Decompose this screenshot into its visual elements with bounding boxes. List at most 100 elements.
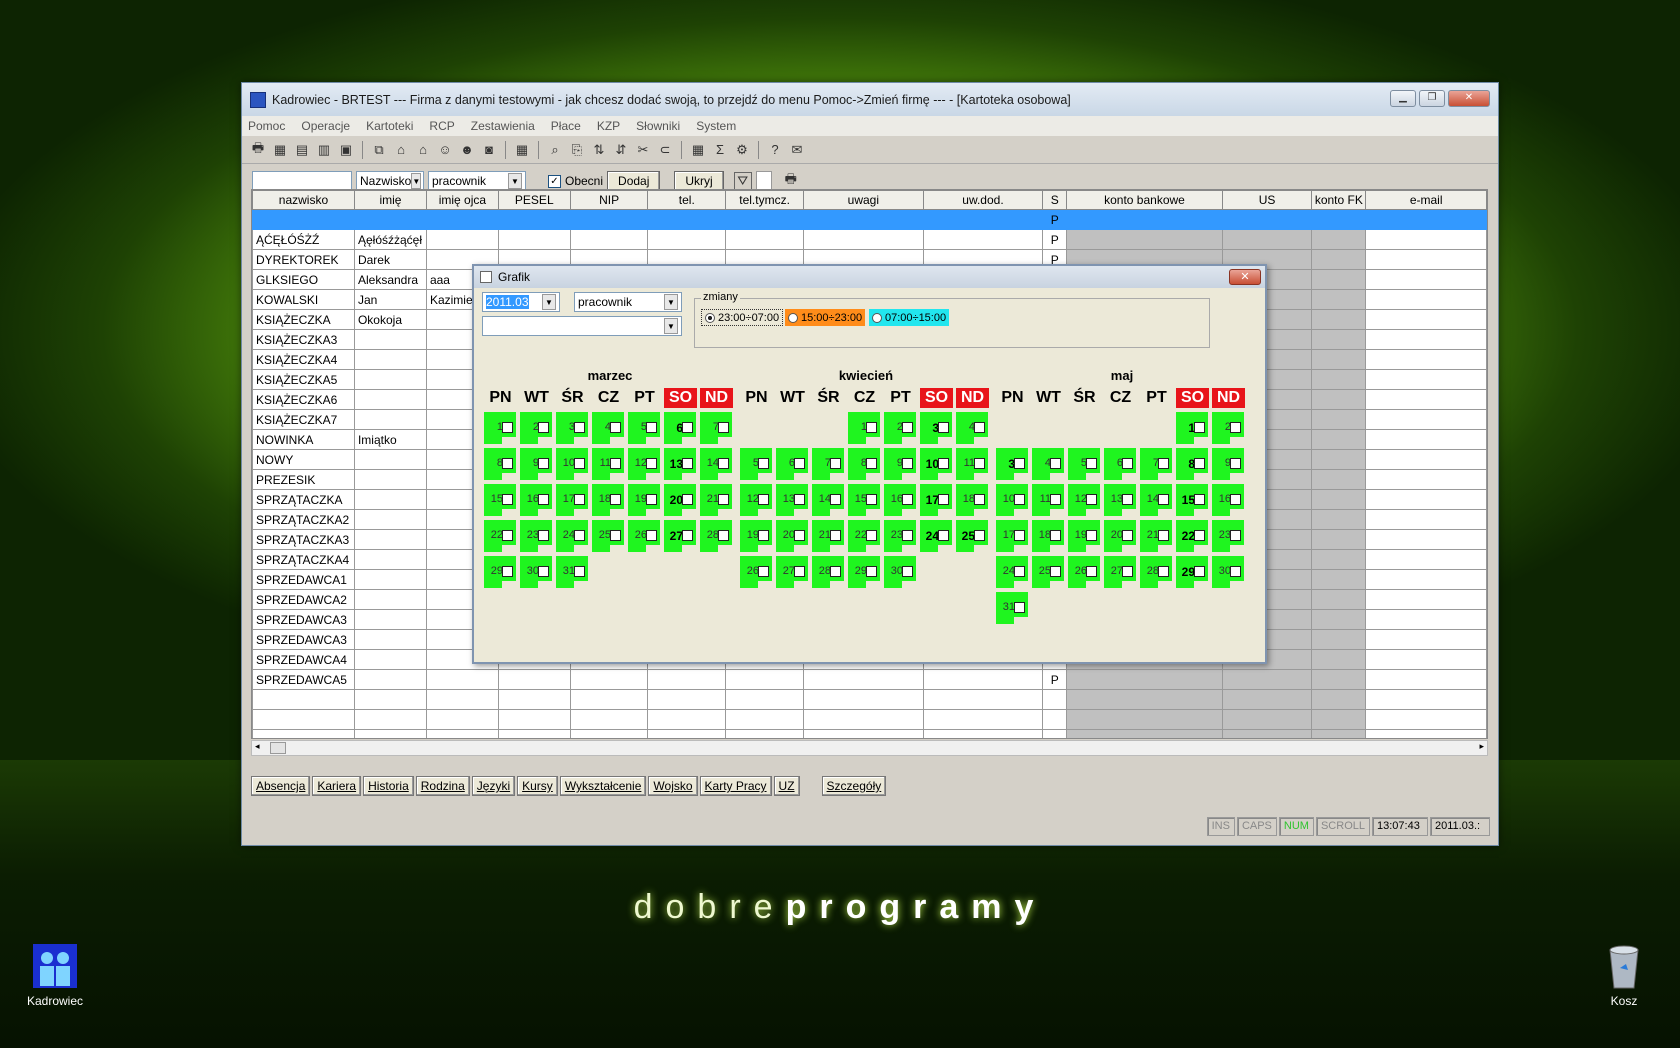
day-checkbox[interactable]: [902, 566, 913, 577]
calendar-day[interactable]: 1: [1176, 412, 1208, 444]
calendar-day[interactable]: 21: [1140, 520, 1172, 552]
day-checkbox[interactable]: [866, 494, 877, 505]
calendar-day[interactable]: 10: [920, 448, 952, 480]
day-checkbox[interactable]: [1230, 422, 1241, 433]
tab-wyksztalcenie[interactable]: Wykształcenie: [559, 776, 647, 796]
table-cell[interactable]: SPRZĄTACZKA3: [252, 529, 355, 550]
table-cell[interactable]: [1365, 229, 1487, 250]
table-cell[interactable]: [1311, 369, 1367, 390]
sort-desc-icon[interactable]: ⇵: [612, 141, 630, 159]
calendar-day[interactable]: 19: [1068, 520, 1100, 552]
table-cell[interactable]: [425, 689, 499, 710]
calendar-day[interactable]: 21: [812, 520, 844, 552]
scroll-thumb[interactable]: [270, 742, 286, 754]
calendar-day[interactable]: 31: [556, 556, 588, 588]
table-cell[interactable]: [1311, 269, 1367, 290]
table-cell[interactable]: Aleksandra: [353, 269, 427, 290]
day-checkbox[interactable]: [1194, 494, 1205, 505]
calendar-day[interactable]: 27: [664, 520, 696, 552]
table-cell[interactable]: [569, 689, 649, 710]
folder-icon[interactable]: ⌂: [414, 141, 432, 159]
month-select[interactable]: 2011.03 ▼: [482, 292, 560, 312]
settings-icon[interactable]: ⚙: [733, 141, 751, 159]
day-checkbox[interactable]: [718, 530, 729, 541]
table-cell[interactable]: [1365, 549, 1487, 570]
table-cell[interactable]: ĄĆĘŁÓŚŻŹ: [252, 229, 355, 250]
table-cell[interactable]: [1311, 709, 1367, 730]
table-cell[interactable]: [1365, 349, 1487, 370]
table-cell[interactable]: [353, 349, 427, 370]
table-cell[interactable]: [1221, 209, 1313, 230]
table-cell[interactable]: [1066, 729, 1223, 738]
table-cell[interactable]: [1365, 309, 1487, 330]
day-checkbox[interactable]: [938, 494, 949, 505]
calendar-day[interactable]: 29: [848, 556, 880, 588]
calendar-day[interactable]: 3: [920, 412, 952, 444]
table-cell[interactable]: SPRZEDAWCA2: [252, 589, 355, 610]
menu-item-slowniki[interactable]: Słowniki: [636, 119, 680, 133]
scroll-left-icon[interactable]: ◂: [255, 741, 260, 752]
calendar-day[interactable]: 20: [1104, 520, 1136, 552]
day-checkbox[interactable]: [1122, 530, 1133, 541]
column-header[interactable]: uw.dod.: [922, 190, 1044, 210]
table-cell[interactable]: [1311, 229, 1367, 250]
table-cell[interactable]: KSIĄŻECZKA7: [252, 409, 355, 430]
table-cell[interactable]: [353, 549, 427, 570]
table-row[interactable]: SPRZEDAWCA5 P: [252, 669, 1487, 690]
table-cell[interactable]: PREZESIK: [252, 469, 355, 490]
calendar-day[interactable]: 24: [996, 556, 1028, 588]
table-cell[interactable]: [647, 689, 727, 710]
tab-historia[interactable]: Historia: [363, 776, 414, 796]
table-cell[interactable]: [1365, 709, 1487, 730]
table-cell[interactable]: [1311, 509, 1367, 530]
window-titlebar[interactable]: Kadrowiec - BRTEST --- Firma z danymi te…: [242, 83, 1498, 116]
calendar-day[interactable]: 10: [996, 484, 1028, 516]
table-cell[interactable]: [353, 709, 427, 730]
day-checkbox[interactable]: [1194, 458, 1205, 469]
calendar-day[interactable]: 25: [592, 520, 624, 552]
day-checkbox[interactable]: [538, 422, 549, 433]
day-checkbox[interactable]: [794, 566, 805, 577]
day-checkbox[interactable]: [866, 422, 877, 433]
tab-kursy[interactable]: Kursy: [517, 776, 558, 796]
table-cell[interactable]: [1042, 689, 1068, 710]
table-cell[interactable]: [353, 589, 427, 610]
day-checkbox[interactable]: [974, 530, 985, 541]
shift-option-morning[interactable]: 07:00÷15:00: [869, 309, 950, 326]
table-cell[interactable]: [353, 529, 427, 550]
calendar-day[interactable]: 17: [996, 520, 1028, 552]
day-checkbox[interactable]: [1050, 530, 1061, 541]
table-cell[interactable]: [1066, 209, 1223, 230]
calendar-day[interactable]: 1: [484, 412, 516, 444]
table-cell[interactable]: [1365, 389, 1487, 410]
table-cell[interactable]: [1365, 209, 1487, 230]
calendar-day[interactable]: 8: [484, 448, 516, 480]
search-input[interactable]: [252, 171, 352, 191]
day-checkbox[interactable]: [1014, 530, 1025, 541]
table-cell[interactable]: SPRZEDAWCA4: [252, 649, 355, 670]
calendar-day[interactable]: 22: [848, 520, 880, 552]
calendar-day[interactable]: 29: [484, 556, 516, 588]
table-cell[interactable]: [1311, 729, 1367, 738]
calendar-day[interactable]: 28: [700, 520, 732, 552]
table-cell[interactable]: [1365, 469, 1487, 490]
column-header[interactable]: PESEL: [497, 190, 571, 210]
calendar-day[interactable]: 4: [592, 412, 624, 444]
calendar-day[interactable]: 12: [628, 448, 660, 480]
table-cell[interactable]: KOWALSKI: [252, 289, 355, 310]
table-icon[interactable]: ▦: [513, 141, 531, 159]
table-cell[interactable]: [497, 689, 571, 710]
table-cell[interactable]: [353, 649, 427, 670]
table-cell[interactable]: [353, 609, 427, 630]
calendar-day[interactable]: 19: [740, 520, 772, 552]
calendar-day[interactable]: 22: [1176, 520, 1208, 552]
table-cell[interactable]: [922, 729, 1044, 738]
tab-uz[interactable]: UZ: [773, 776, 800, 796]
day-checkbox[interactable]: [1230, 494, 1241, 505]
table-cell[interactable]: Ąęłóśźżąćęł: [353, 229, 427, 250]
table-cell[interactable]: [353, 509, 427, 530]
dialog-second-select[interactable]: ▼: [482, 316, 682, 336]
menu-item-kartoteki[interactable]: Kartoteki: [366, 119, 413, 133]
tab-jezyki[interactable]: Języki: [471, 776, 516, 796]
calendar-day[interactable]: 23: [520, 520, 552, 552]
